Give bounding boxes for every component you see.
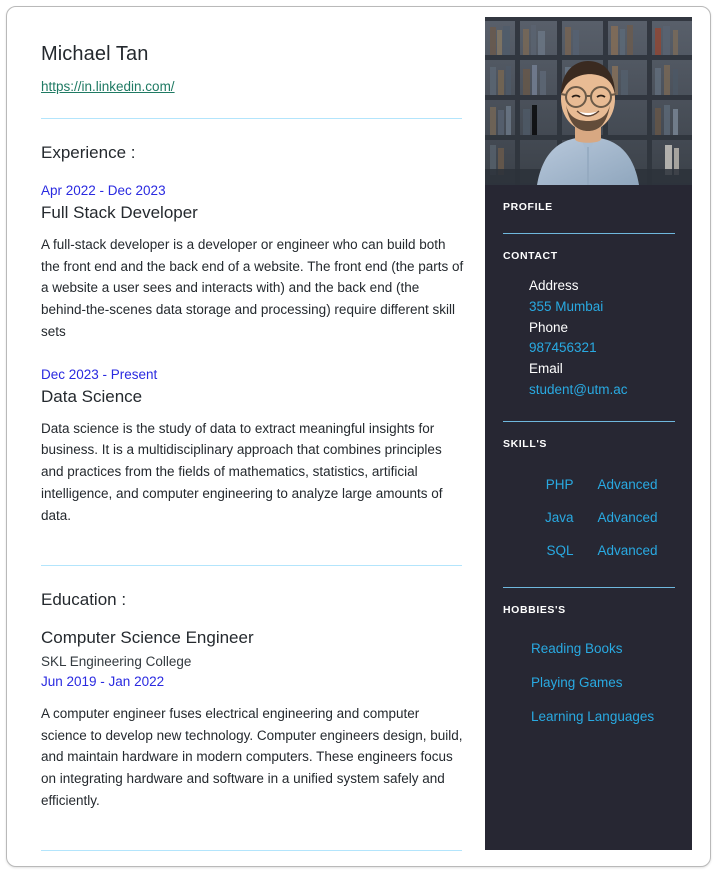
skills-table: PHP Advanced Java Advanced SQL Advanced — [503, 468, 678, 567]
contact-label-phone: Phone — [529, 319, 569, 335]
header-divider — [41, 118, 462, 119]
contact-label-address: Address — [529, 278, 579, 293]
skill-row: SQL Advanced — [503, 534, 678, 567]
hobbies-divider — [503, 586, 675, 588]
hobby-item: Reading Books — [531, 640, 623, 656]
experience-entry-date: Apr 2022 - Dec 2023 — [41, 183, 166, 198]
contact-value-email[interactable]: student@utm.ac — [529, 380, 678, 401]
education-degree: Computer Science Engineer — [41, 627, 254, 647]
experience-entry: Apr 2022 - Dec 2023 Full Stack Developer… — [41, 181, 469, 343]
skill-name-java: Java — [544, 509, 574, 525]
skill-row: Java Advanced — [503, 501, 678, 534]
education-entry-description: A computer engineer fuses electrical eng… — [41, 705, 463, 809]
experience-entry-date: Dec 2023 - Present — [41, 366, 158, 382]
entry-spacer — [41, 349, 469, 365]
main-content-column: Michael Tan https://in.linkedin.com/ Exp… — [19, 17, 481, 856]
education-entry-date: Jun 2019 - Jan 2022 — [41, 674, 165, 690]
skill-level-java: Advanced — [597, 509, 658, 525]
skill-row: PHP Advanced — [503, 468, 678, 501]
profile-photo-illustration — [485, 17, 692, 185]
contact-value-phone[interactable]: 987456321 — [529, 338, 678, 359]
education-bottom-divider — [41, 850, 462, 852]
hobbies-list: Reading Books Playing Games Learning Lan… — [531, 632, 678, 735]
candidate-name: Michael Tan — [41, 43, 149, 65]
profile-divider — [503, 233, 675, 234]
experience-entry-title: Data Science — [41, 386, 143, 406]
skill-level-php: Advanced — [597, 476, 658, 492]
skill-level-sql: Advanced — [597, 542, 658, 558]
contact-label-email: Email — [529, 361, 563, 377]
experience-entry-description: A full-stack developer is a developer or… — [41, 236, 464, 340]
bottom-spacer — [41, 818, 469, 840]
resume-columns: Michael Tan https://in.linkedin.com/ Exp… — [7, 7, 710, 866]
hobbies-heading: HOBBIES'S — [503, 603, 566, 616]
experience-entry-title: Full Stack Developer — [41, 202, 198, 222]
contact-list: Address 355 Mumbai Phone 987456321 Email… — [529, 276, 678, 401]
hobby-item: Playing Games — [531, 674, 623, 690]
hobby-item: Learning Languages — [531, 709, 655, 725]
contact-value-address[interactable]: 355 Mumbai — [529, 297, 678, 318]
skills-divider — [503, 420, 675, 422]
sidebar-column: PROFILE CONTACT Address 355 Mumbai Phone… — [485, 17, 692, 850]
profile-heading: PROFILE — [503, 201, 553, 213]
resume-page: Michael Tan https://in.linkedin.com/ Exp… — [6, 6, 711, 867]
skill-name-php: PHP — [545, 476, 574, 492]
sidebar-inner: PROFILE CONTACT Address 355 Mumbai Phone… — [485, 201, 692, 734]
linkedin-profile-link[interactable]: https://in.linkedin.com/ — [41, 79, 175, 94]
contact-heading: CONTACT — [503, 250, 558, 262]
experience-entry-description: Data science is the study of data to ext… — [41, 420, 443, 524]
education-entry: Computer Science Engineer SKL Engineerin… — [41, 628, 469, 812]
skills-heading: SKILL'S — [503, 437, 548, 450]
education-institution: SKL Engineering College — [41, 653, 192, 669]
education-section-title: Education : — [41, 589, 127, 609]
education-text-spacer — [41, 693, 469, 703]
experience-education-divider — [41, 564, 462, 566]
skill-name-sql: SQL — [546, 542, 574, 558]
profile-photo — [485, 17, 692, 185]
experience-section-title: Experience : — [41, 143, 136, 162]
experience-entry: Dec 2023 - Present Data Science Data sci… — [41, 365, 469, 527]
